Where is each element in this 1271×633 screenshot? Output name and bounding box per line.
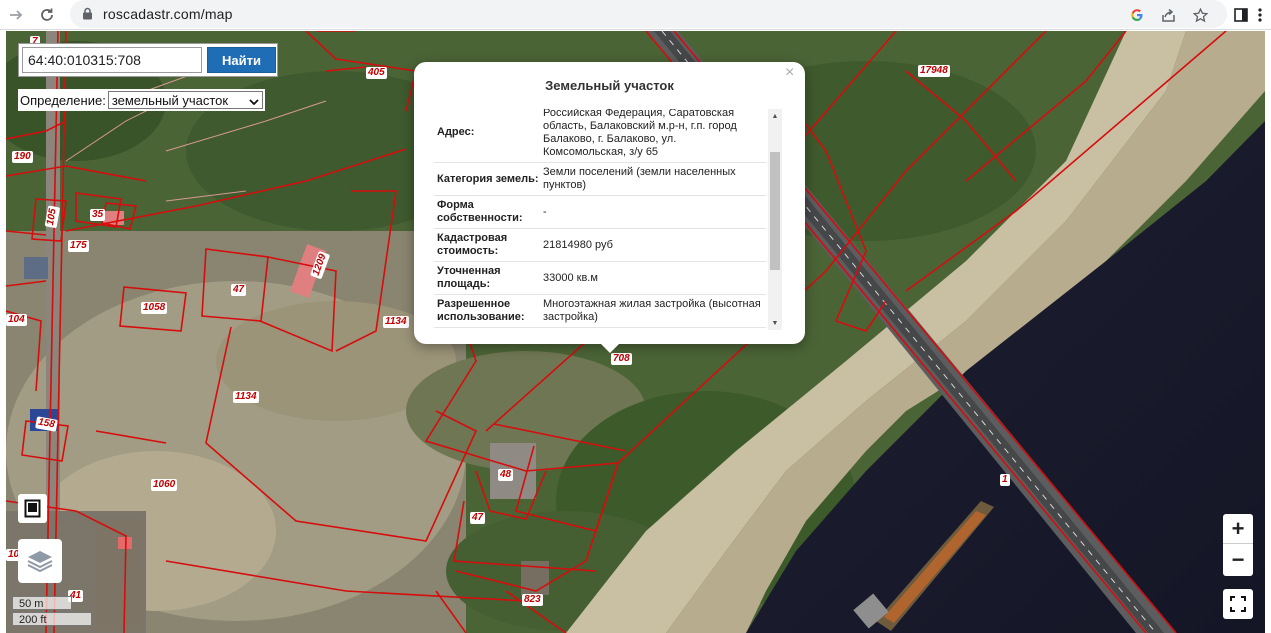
menu-icon[interactable] <box>1252 3 1268 27</box>
popup-pointer <box>600 343 620 353</box>
parcel-label[interactable]: 1134 <box>233 391 259 403</box>
definition-panel: Определение: земельный участок <box>18 89 265 111</box>
browser-toolbar: roscadastr.com/map <box>0 0 1271 30</box>
zoom-in-button[interactable]: + <box>1223 514 1253 544</box>
row-key: Кадастровая стоимость: <box>437 232 508 257</box>
google-icon[interactable] <box>1125 3 1149 27</box>
parcel-label[interactable]: 104 <box>6 314 27 326</box>
parcel-label[interactable]: 17948 <box>918 65 950 77</box>
parcel-label[interactable]: 47 <box>231 284 247 296</box>
row-value: Многоэтажная жилая застройка (высотная з… <box>543 298 761 323</box>
popup-scrollbar[interactable]: ▲ ▼ <box>768 109 782 330</box>
layers-icon[interactable] <box>18 539 62 583</box>
fullscreen-icon[interactable] <box>1223 589 1253 619</box>
table-row: Уточненная площадь: 33000 кв.м <box>434 262 766 295</box>
row-value: 21814980 руб <box>543 238 613 251</box>
table-row: Кадастровая стоимость: 21814980 руб <box>434 229 766 262</box>
parcel-label[interactable]: 1060 <box>151 479 178 491</box>
parcel-label[interactable]: 405 <box>366 67 387 79</box>
parcel-label[interactable]: 47 <box>470 512 486 524</box>
parcel-label[interactable]: 1058 <box>141 302 168 314</box>
parcel-label[interactable]: 1134 <box>383 316 409 328</box>
parcel-label[interactable]: 190 <box>12 151 33 163</box>
parcel-label[interactable]: 48 <box>498 469 514 481</box>
lock-icon[interactable] <box>82 7 93 25</box>
row-value: 33000 кв.м <box>543 271 598 284</box>
definition-select[interactable]: земельный участок <box>107 91 263 109</box>
chevron-down-icon <box>249 93 259 108</box>
zoom-out-button[interactable]: − <box>1223 545 1253 575</box>
reload-icon[interactable] <box>34 2 60 28</box>
row-value: Земли поселений (земли населенных пункто… <box>543 166 736 191</box>
definition-label: Определение: <box>20 92 106 108</box>
definition-selected-value: земельный участок <box>111 92 229 108</box>
parcel-label[interactable]: 1 <box>1000 474 1010 486</box>
scale-imperial: 200 ft <box>12 612 92 626</box>
parcel-label[interactable]: 823 <box>522 594 543 606</box>
row-key: Разрешенное использование: <box>437 298 525 323</box>
row-value: Российская Федерация, Саратовская област… <box>543 109 737 158</box>
parcel-label[interactable]: 175 <box>68 240 89 252</box>
scroll-thumb[interactable] <box>770 152 780 270</box>
scroll-up-arrow-icon[interactable]: ▲ <box>768 109 782 123</box>
table-row: Форма собственности: - <box>434 196 766 229</box>
popup-table[interactable]: Адрес: Российская Федерация, Саратовская… <box>434 109 786 330</box>
table-row: Адрес: Российская Федерация, Саратовская… <box>434 109 766 163</box>
row-key: Адрес: <box>437 126 475 138</box>
address-bar[interactable]: roscadastr.com/map <box>70 0 1227 28</box>
sidebar-icon[interactable] <box>1229 3 1253 27</box>
table-row: Разрешенное использование: Многоэтажная … <box>434 295 766 328</box>
row-key: Уточненная площадь: <box>437 265 501 290</box>
parcel-info-popup: × Земельный участок Адрес: Российская Фе… <box>414 62 805 353</box>
scroll-down-arrow-icon[interactable]: ▼ <box>768 316 782 330</box>
cadastral-number-input[interactable] <box>22 47 202 73</box>
print-icon[interactable] <box>18 494 47 523</box>
parcel-label[interactable]: 35 <box>90 209 106 221</box>
find-button[interactable]: Найти <box>207 47 276 73</box>
share-icon[interactable] <box>1156 3 1180 27</box>
row-key: Категория земель: <box>437 172 539 185</box>
search-panel: Найти <box>18 43 278 77</box>
table-row: Категория земель: Земли поселений (земли… <box>434 163 766 196</box>
cadastral-map[interactable]: 7 8 405 17948 190 105 35 175 1209 47 105… <box>6 31 1265 633</box>
scale-metric: 50 m <box>12 596 72 610</box>
url-text: roscadastr.com/map <box>103 6 233 22</box>
row-key: Форма собственности: <box>437 199 523 224</box>
star-icon[interactable] <box>1188 3 1212 27</box>
row-value: - <box>543 205 547 218</box>
forward-arrow-icon[interactable] <box>3 2 29 28</box>
zoom-control: + − <box>1223 514 1253 576</box>
popup-title: Земельный участок <box>545 78 674 93</box>
parcel-label[interactable]: 708 <box>611 353 632 365</box>
